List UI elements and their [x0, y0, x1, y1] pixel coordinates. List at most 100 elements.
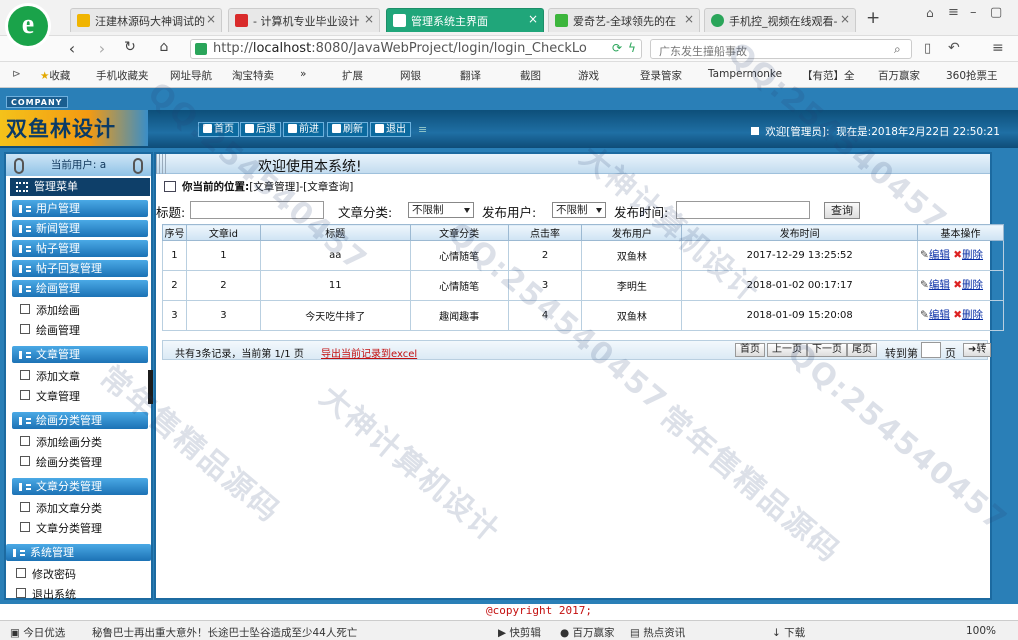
search-input[interactable]: 广东发生撞船事故: [650, 39, 912, 59]
tab-3-active[interactable]: 管理系统主界面 ×: [386, 8, 544, 32]
status-item[interactable]: ▶ 快剪辑: [498, 625, 541, 640]
sidebar-toggle-icon[interactable]: ⊳: [12, 68, 21, 80]
search-icon[interactable]: ⌕: [894, 42, 901, 57]
close-icon[interactable]: ×: [840, 12, 850, 26]
edit-link[interactable]: 编辑: [929, 279, 950, 291]
back-button[interactable]: 后退: [240, 122, 281, 137]
bookmark-item[interactable]: 淘宝特卖: [232, 68, 274, 83]
shirt-icon[interactable]: ⌂: [926, 6, 934, 20]
zoom-level[interactable]: 100%: [966, 625, 996, 637]
menu-item-add-painting-category[interactable]: 添加绘画分类: [20, 434, 102, 450]
minimize-icon[interactable]: –: [970, 5, 977, 20]
title-input[interactable]: [190, 201, 324, 219]
menu-item-add-painting[interactable]: 添加绘画: [20, 302, 80, 318]
menu-item-article-manage[interactable]: 文章管理: [20, 388, 80, 404]
category-select[interactable]: 不限制: [408, 202, 474, 218]
bookmark-item[interactable]: 360抢票王: [946, 68, 998, 83]
home-button[interactable]: 首页: [198, 122, 239, 137]
menu-group-news[interactable]: 新闻管理: [12, 220, 148, 237]
bookmark-item[interactable]: 扩展: [342, 68, 363, 83]
prev-page-button[interactable]: 上一页: [767, 343, 807, 357]
menu-group-articles[interactable]: 文章管理: [12, 346, 148, 363]
menu-item-add-article[interactable]: 添加文章: [20, 368, 80, 384]
bookmark-item[interactable]: 截图: [520, 68, 541, 83]
menu-group-replies[interactable]: 帖子回复管理: [12, 260, 148, 277]
logout-button[interactable]: 退出: [370, 122, 411, 137]
maximize-icon[interactable]: ▢: [990, 5, 1002, 20]
export-excel-link[interactable]: 导出当前记录到excel: [321, 345, 417, 360]
menu-group-system[interactable]: 系统管理: [6, 544, 151, 561]
last-page-button[interactable]: 尾页: [847, 343, 877, 357]
back-icon[interactable]: ‹: [62, 39, 82, 58]
bookmark-item[interactable]: Tampermonke: [708, 68, 782, 80]
bookmark-item[interactable]: 网银: [400, 68, 421, 83]
status-item[interactable]: ↓ 下载: [772, 625, 805, 640]
bookmark-item[interactable]: 网址导航: [170, 68, 212, 83]
time-input[interactable]: [676, 201, 810, 219]
next-page-button[interactable]: 下一页: [807, 343, 847, 357]
new-tab-button[interactable]: +: [866, 8, 880, 28]
status-item[interactable]: ● 百万赢家: [560, 625, 615, 640]
forward-icon[interactable]: ›: [92, 39, 112, 58]
tab-1[interactable]: 汪建林源码大神调试的 ×: [70, 8, 222, 32]
close-icon[interactable]: ×: [364, 12, 374, 26]
cell: 3: [185, 300, 261, 331]
url-input[interactable]: http://localhost:8080/JavaWebProject/log…: [190, 39, 642, 59]
news-ticker[interactable]: 秘鲁巴士再出重大意外！长途巴士坠谷造成至少44人死亡: [92, 625, 357, 640]
sidebar-collapse-handle[interactable]: [148, 370, 153, 404]
forward-button[interactable]: 前进: [283, 122, 324, 137]
tab-5[interactable]: 手机控_视频在线观看- ×: [704, 8, 856, 32]
bookmark-item[interactable]: ★收藏: [40, 68, 70, 83]
bookmark-item[interactable]: 【有范】全: [802, 68, 855, 83]
first-page-button[interactable]: 首页: [735, 343, 765, 357]
publisher-select[interactable]: 不限制: [552, 202, 606, 218]
refresh-green-icon[interactable]: ⟳: [612, 41, 622, 55]
tab-4[interactable]: 爱奇艺-全球领先的在 ×: [548, 8, 700, 32]
menu-icon[interactable]: ≡: [948, 5, 959, 20]
reload-icon[interactable]: ↻: [120, 39, 140, 55]
page-suffix: 页: [945, 347, 956, 360]
menu-item-article-category-manage[interactable]: 文章分类管理: [20, 520, 102, 536]
bookmark-item[interactable]: 翻译: [460, 68, 481, 83]
menu-item-exit-system[interactable]: 退出系统: [16, 586, 76, 602]
menu-group-posts[interactable]: 帖子管理: [12, 240, 148, 257]
go-button[interactable]: ➜转: [963, 343, 992, 357]
edit-link[interactable]: 编辑: [929, 249, 950, 261]
page-number-input[interactable]: [921, 342, 941, 358]
menu-item-painting-category-manage[interactable]: 绘画分类管理: [20, 454, 102, 470]
menu-item-add-article-category[interactable]: 添加文章分类: [20, 500, 102, 516]
bookmark-item[interactable]: 百万赢家: [878, 68, 920, 83]
delete-link[interactable]: 删除: [962, 249, 983, 261]
phone-icon[interactable]: ▯: [924, 41, 931, 56]
lightning-icon[interactable]: ϟ: [628, 41, 636, 55]
hamburger-icon[interactable]: ≡: [992, 40, 1004, 56]
refresh-button[interactable]: 刷新: [327, 122, 368, 137]
cell: 2018-01-09 15:20:08: [681, 300, 919, 331]
home-icon[interactable]: ⌂: [154, 39, 174, 55]
delete-link[interactable]: 删除: [962, 279, 983, 291]
undo-icon[interactable]: ↶: [948, 40, 960, 56]
menu-item-painting-manage[interactable]: 绘画管理: [20, 322, 80, 338]
status-item[interactable]: ▣ 今日优选: [10, 625, 65, 640]
bookmark-item[interactable]: 手机收藏夹: [96, 68, 149, 83]
status-item[interactable]: ▤ 热点资讯: [630, 625, 685, 640]
menu-group-painting-categories[interactable]: 绘画分类管理: [12, 412, 148, 429]
menu-group-paintings[interactable]: 绘画管理: [12, 280, 148, 297]
app-logo: 双鱼林设计: [0, 110, 148, 146]
cell: 双鱼林: [581, 240, 683, 271]
close-icon[interactable]: ×: [528, 12, 538, 26]
bookmark-item[interactable]: 登录管家: [640, 68, 682, 83]
menu-group-article-categories[interactable]: 文章分类管理: [12, 478, 148, 495]
now-prefix: 现在是:: [836, 126, 872, 138]
tab-2[interactable]: - 计算机专业毕业设计 ×: [228, 8, 380, 32]
delete-link[interactable]: 删除: [962, 309, 983, 321]
close-icon[interactable]: ×: [206, 12, 216, 26]
menu-item-change-password[interactable]: 修改密码: [16, 566, 76, 582]
bookmark-item[interactable]: 游戏: [578, 68, 599, 83]
current-user: 当前用户: a: [6, 154, 151, 176]
close-icon[interactable]: ×: [684, 12, 694, 26]
menu-group-users[interactable]: 用户管理: [12, 200, 148, 217]
edit-link[interactable]: 编辑: [929, 309, 950, 321]
bookmark-more[interactable]: »: [300, 68, 306, 80]
search-button[interactable]: 查询: [824, 202, 860, 219]
